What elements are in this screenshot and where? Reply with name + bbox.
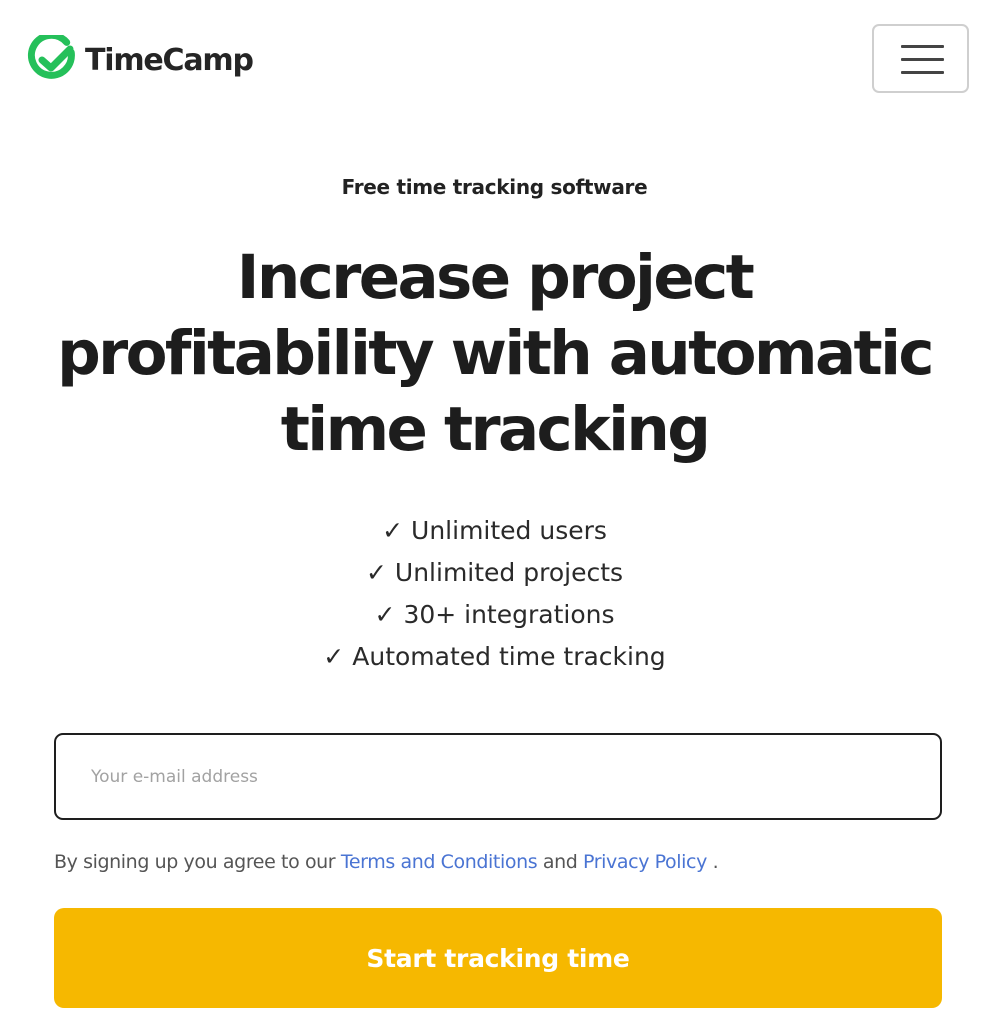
timecamp-check-logo-icon — [27, 35, 75, 79]
hero-headline: Increase project profitability with auto… — [20, 240, 969, 468]
privacy-policy-link[interactable]: Privacy Policy — [583, 851, 707, 873]
hamburger-menu-icon — [901, 45, 944, 48]
headline-line: time tracking — [280, 394, 711, 465]
terms-suffix: . — [712, 851, 719, 873]
hero-eyebrow: Free time tracking software — [341, 175, 648, 199]
menu-button[interactable] — [872, 24, 969, 93]
check-icon: ✓ — [365, 558, 387, 587]
check-icon: ✓ — [374, 600, 396, 629]
feature-item: ✓ Unlimited users — [0, 510, 989, 552]
check-icon: ✓ — [323, 642, 345, 671]
email-field[interactable] — [54, 733, 942, 820]
brand-name: TimeCamp — [85, 43, 254, 78]
hamburger-menu-icon — [901, 71, 944, 74]
headline-line: Increase project — [236, 242, 755, 313]
feature-item: ✓ 30+ integrations — [0, 594, 989, 636]
terms-prefix: By signing up you agree to our — [54, 851, 336, 873]
feature-label: Unlimited users — [411, 516, 607, 545]
feature-list: ✓ Unlimited users ✓ Unlimited projects ✓ 30… — [0, 510, 989, 678]
terms-and: and — [542, 851, 578, 873]
feature-label: Unlimited projects — [394, 558, 624, 587]
feature-item: ✓ Unlimited projects — [0, 552, 989, 594]
feature-item: ✓ Automated time tracking — [0, 636, 989, 678]
terms-and-conditions-link[interactable]: Terms and Conditions — [341, 851, 538, 873]
brand-logo[interactable]: TimeCamp — [26, 34, 254, 88]
start-tracking-button[interactable]: Start tracking time — [54, 908, 942, 1008]
feature-label: 30+ integrations — [403, 600, 615, 629]
terms-notice: By signing up you agree to our Terms and… — [54, 851, 954, 873]
headline-line: profitability with automatic — [57, 318, 934, 389]
hamburger-menu-icon — [901, 58, 944, 61]
feature-label: Automated time tracking — [352, 642, 666, 671]
check-icon: ✓ — [382, 516, 404, 545]
